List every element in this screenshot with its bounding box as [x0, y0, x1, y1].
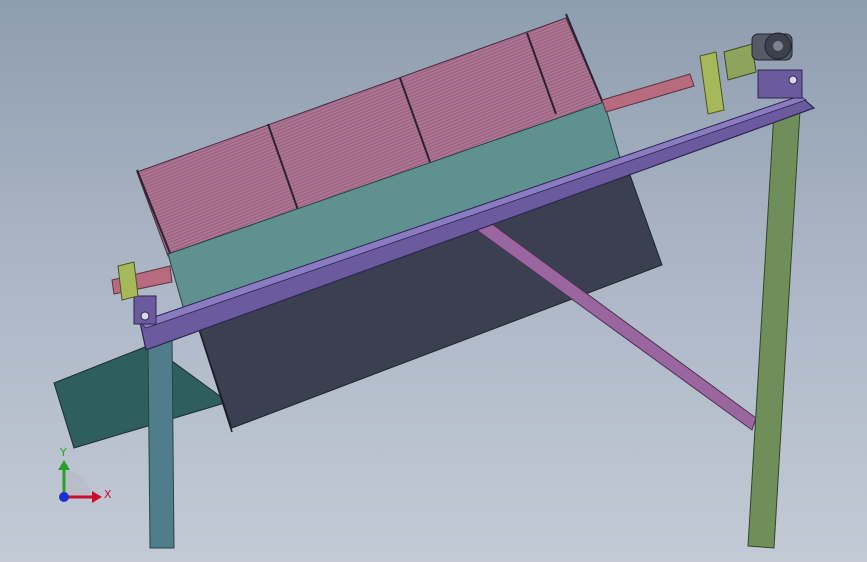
- front-support-leg: [147, 333, 175, 549]
- triad-quadrant: [64, 470, 91, 497]
- rear-support-leg: [747, 109, 801, 549]
- rear-bearing: [699, 51, 725, 115]
- discharge-chute: [53, 344, 230, 449]
- front-bearing-hole: [140, 311, 150, 321]
- front-bearing: [117, 261, 139, 301]
- x-axis-label: X: [104, 488, 112, 501]
- motor-fan-hub: [773, 41, 783, 51]
- x-axis-arrowhead: [92, 491, 102, 503]
- coupling: [723, 43, 757, 81]
- y-axis-arrowhead: [58, 460, 70, 470]
- coordinate-triad: Y X: [58, 446, 112, 503]
- y-axis-label: Y: [59, 446, 67, 459]
- cad-viewport[interactable]: Y X: [0, 0, 867, 562]
- z-axis-dot: [59, 492, 69, 502]
- drive-shaft: [601, 73, 695, 113]
- rear-bearing-block: [757, 69, 803, 99]
- rear-bearing-hole: [788, 75, 798, 85]
